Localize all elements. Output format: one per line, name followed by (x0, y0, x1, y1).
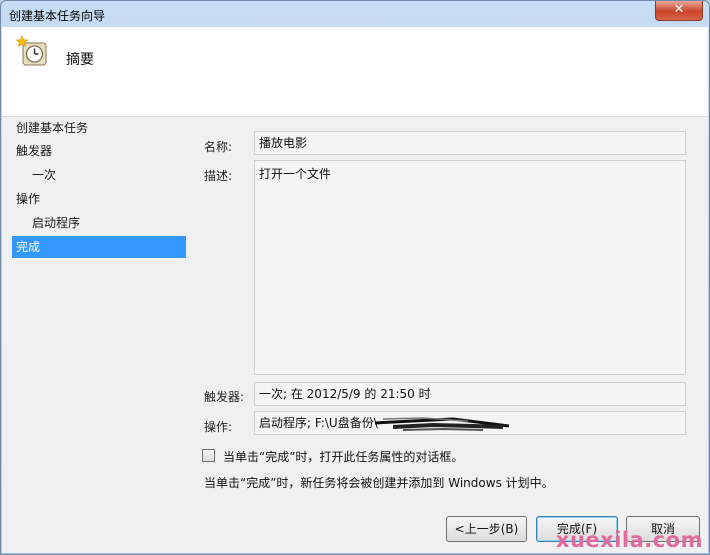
name-value: 播放电影 (259, 136, 308, 150)
nav-item-once[interactable]: 一次 (12, 164, 186, 186)
nav-item-create-basic-task[interactable]: 创建基本任务 (12, 117, 186, 139)
action-value: 启动程序; F:\U盘备份\ (259, 416, 378, 430)
wizard-header: 摘要 (2, 27, 708, 117)
close-button[interactable]: ✕ (655, 1, 703, 21)
redaction-scribble (374, 417, 510, 431)
nav-item-label: 触发器 (16, 144, 53, 158)
title-bar[interactable]: 创建基本任务向导 ✕ (1, 1, 709, 27)
nav-item-start-program[interactable]: 启动程序 (12, 212, 186, 234)
info-text: 当单击“完成”时，新任务将会被创建并添加到 Windows 计划中。 (204, 476, 554, 490)
nav-item-label: 启动程序 (32, 216, 81, 230)
open-properties-checkbox[interactable] (202, 449, 215, 462)
open-properties-label[interactable]: 当单击“完成”时，打开此任务属性的对话框。 (223, 448, 463, 465)
trigger-value: 一次; 在 2012/5/9 的 21:50 时 (259, 387, 431, 401)
wizard-window: 创建基本任务向导 ✕ 摘要 创建基本任务 触发器 一次 操作 启动程序 完成 名… (0, 0, 710, 555)
back-button[interactable]: <上一步(B) (446, 516, 527, 542)
trigger-label: 触发器: (204, 390, 245, 404)
clock-star-icon (16, 35, 47, 66)
watermark-logo: xuexila.com (555, 528, 703, 552)
name-label: 名称: (204, 140, 233, 154)
description-field: 打开一个文件 (254, 160, 686, 375)
wizard-nav: 创建基本任务 触发器 一次 操作 启动程序 完成 (2, 117, 188, 553)
trigger-field: 一次; 在 2012/5/9 的 21:50 时 (254, 382, 686, 406)
nav-item-trigger[interactable]: 触发器 (12, 140, 186, 162)
name-field: 播放电影 (254, 131, 686, 155)
close-icon: ✕ (673, 2, 685, 17)
window-title: 创建基本任务向导 (9, 9, 106, 23)
nav-item-action[interactable]: 操作 (12, 188, 186, 210)
nav-item-label: 一次 (32, 168, 57, 182)
description-value: 打开一个文件 (259, 167, 332, 181)
description-label: 描述: (204, 169, 233, 183)
nav-item-label: 完成 (16, 240, 41, 254)
nav-item-label: 创建基本任务 (16, 121, 89, 135)
nav-item-finish[interactable]: 完成 (12, 236, 186, 258)
action-label: 操作: (204, 420, 233, 434)
page-title: 摘要 (66, 52, 94, 68)
nav-item-label: 操作 (16, 192, 41, 206)
